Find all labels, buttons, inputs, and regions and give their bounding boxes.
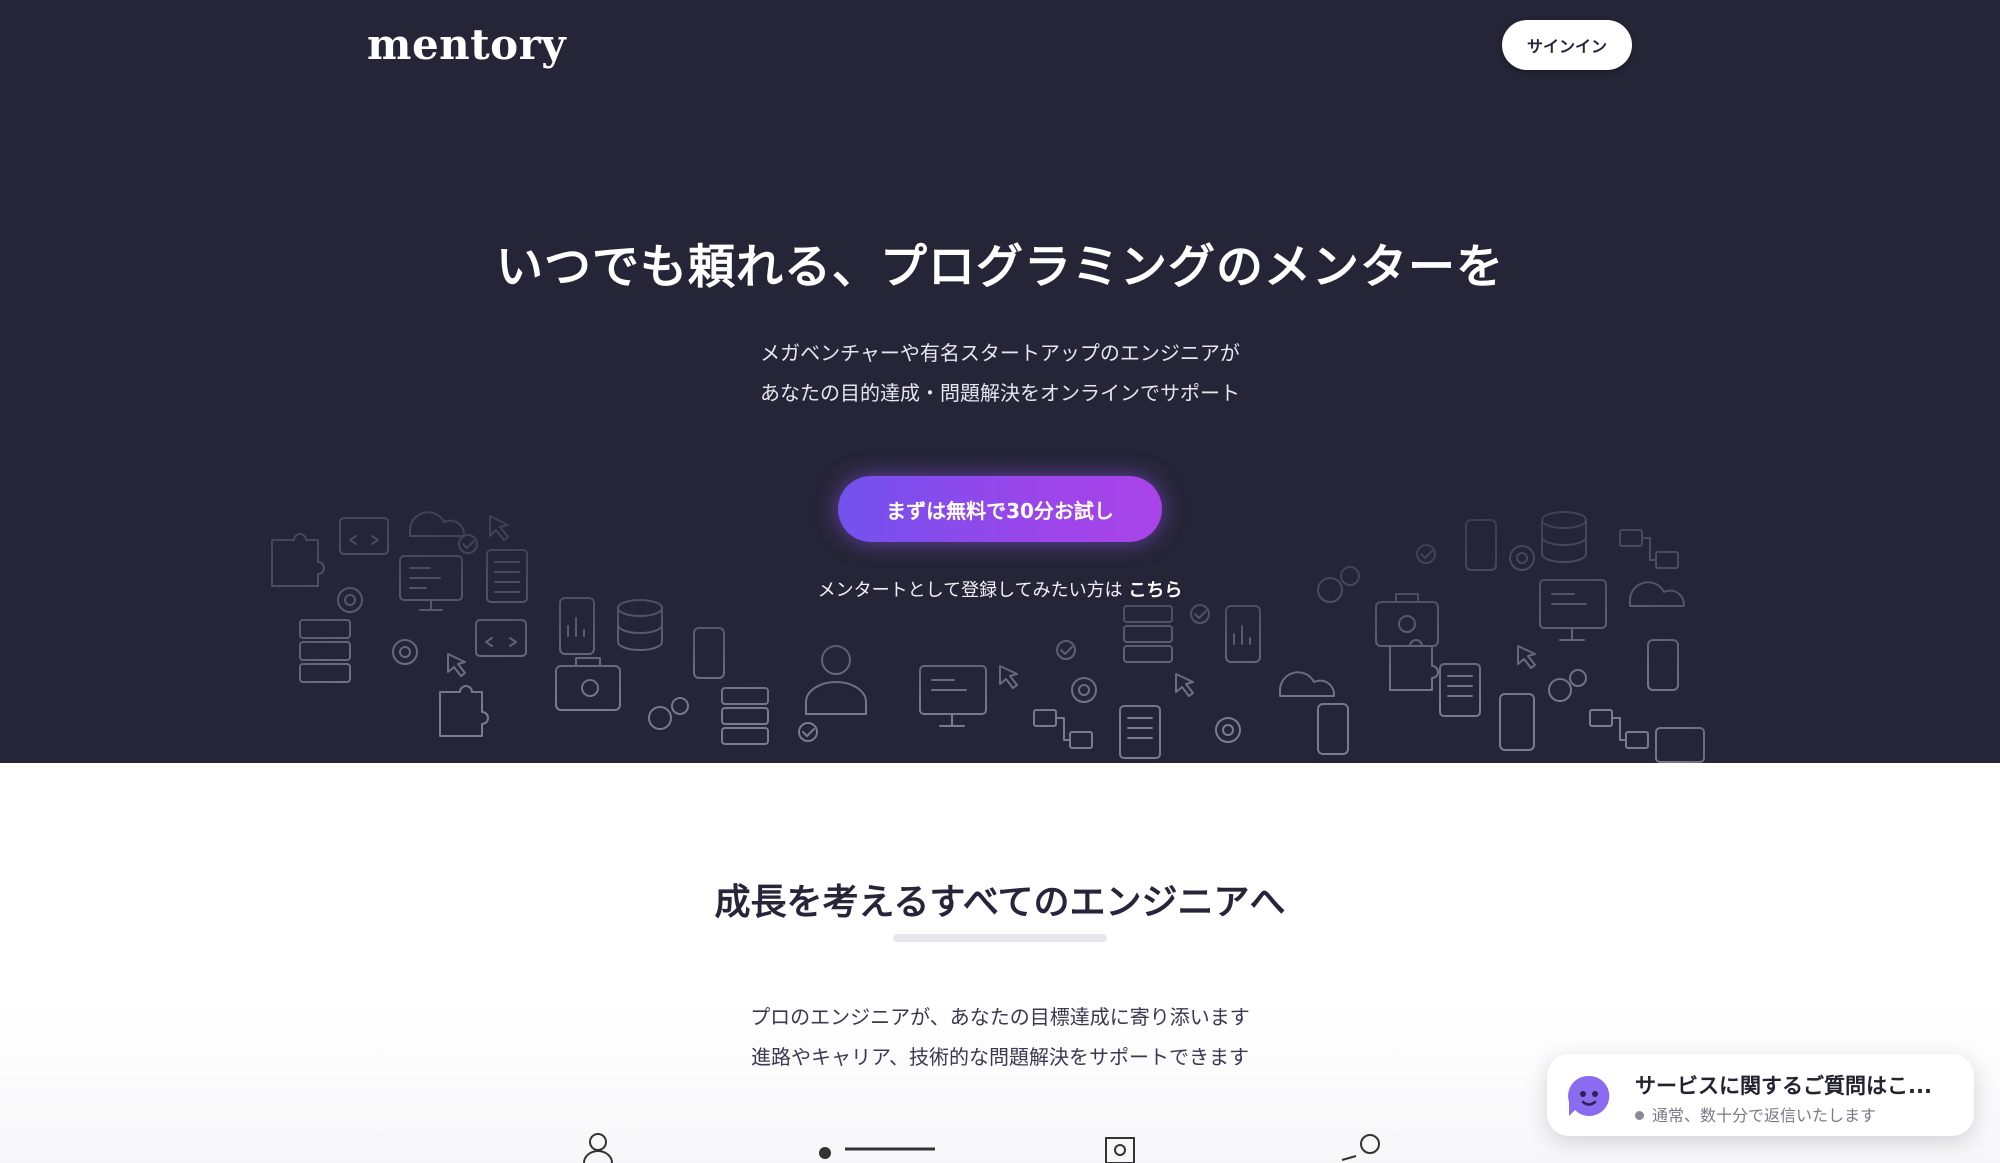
mentor-illustration-icon xyxy=(1341,1134,1380,1161)
section-description-line1: プロのエンジニアが、あなたの目標達成に寄り添います xyxy=(750,1005,1250,1029)
chat-status-text: 通常、数十分で返信いたします xyxy=(1652,1106,1877,1125)
frame-illustration-icon xyxy=(1105,1137,1135,1163)
free-trial-button[interactable]: まずは無料で30分お試し xyxy=(838,476,1162,542)
engineer-illustration-icon xyxy=(583,1133,613,1163)
chat-status: 通常、数十分で返信いたします xyxy=(1635,1102,1876,1126)
chat-bot-icon xyxy=(1568,1075,1610,1116)
mentor-signup-link[interactable]: こちら xyxy=(1128,580,1182,601)
section-underline xyxy=(893,934,1107,942)
desk-illustration-icon xyxy=(819,1147,935,1159)
hero-subtitle-line1: メガベンチャーや有名スタートアップのエンジニアが xyxy=(760,341,1240,365)
chat-title: サービスに関するご質問はこ... xyxy=(1635,1074,1932,1098)
hero-section: mentory サインイン いつでも頼れる、プログラミングのメンターを メガベン… xyxy=(0,0,2000,763)
section-title: 成長を考えるすべてのエンジニアへ xyxy=(714,882,1286,923)
mentor-signup-prompt: メンタートとして登録してみたい方は xyxy=(817,580,1123,601)
status-dot-icon xyxy=(1635,1111,1644,1120)
signin-button[interactable]: サインイン xyxy=(1502,20,1632,70)
support-chat-widget[interactable]: サービスに関するご質問はこ... 通常、数十分で返信いたします xyxy=(1547,1054,1974,1136)
mentor-signup-line: メンタートとして登録してみたい方は こちら xyxy=(0,576,2000,602)
hero-title: いつでも頼れる、プログラミングのメンターを xyxy=(496,240,1504,295)
mentory-logo[interactable]: mentory xyxy=(367,20,566,69)
hero-subtitle-line2: あなたの目的達成・問題解決をオンラインでサポート xyxy=(760,381,1240,405)
hero-subtitle: メガベンチャーや有名スタートアップのエンジニアが あなたの目的達成・問題解決をオ… xyxy=(0,333,2000,413)
